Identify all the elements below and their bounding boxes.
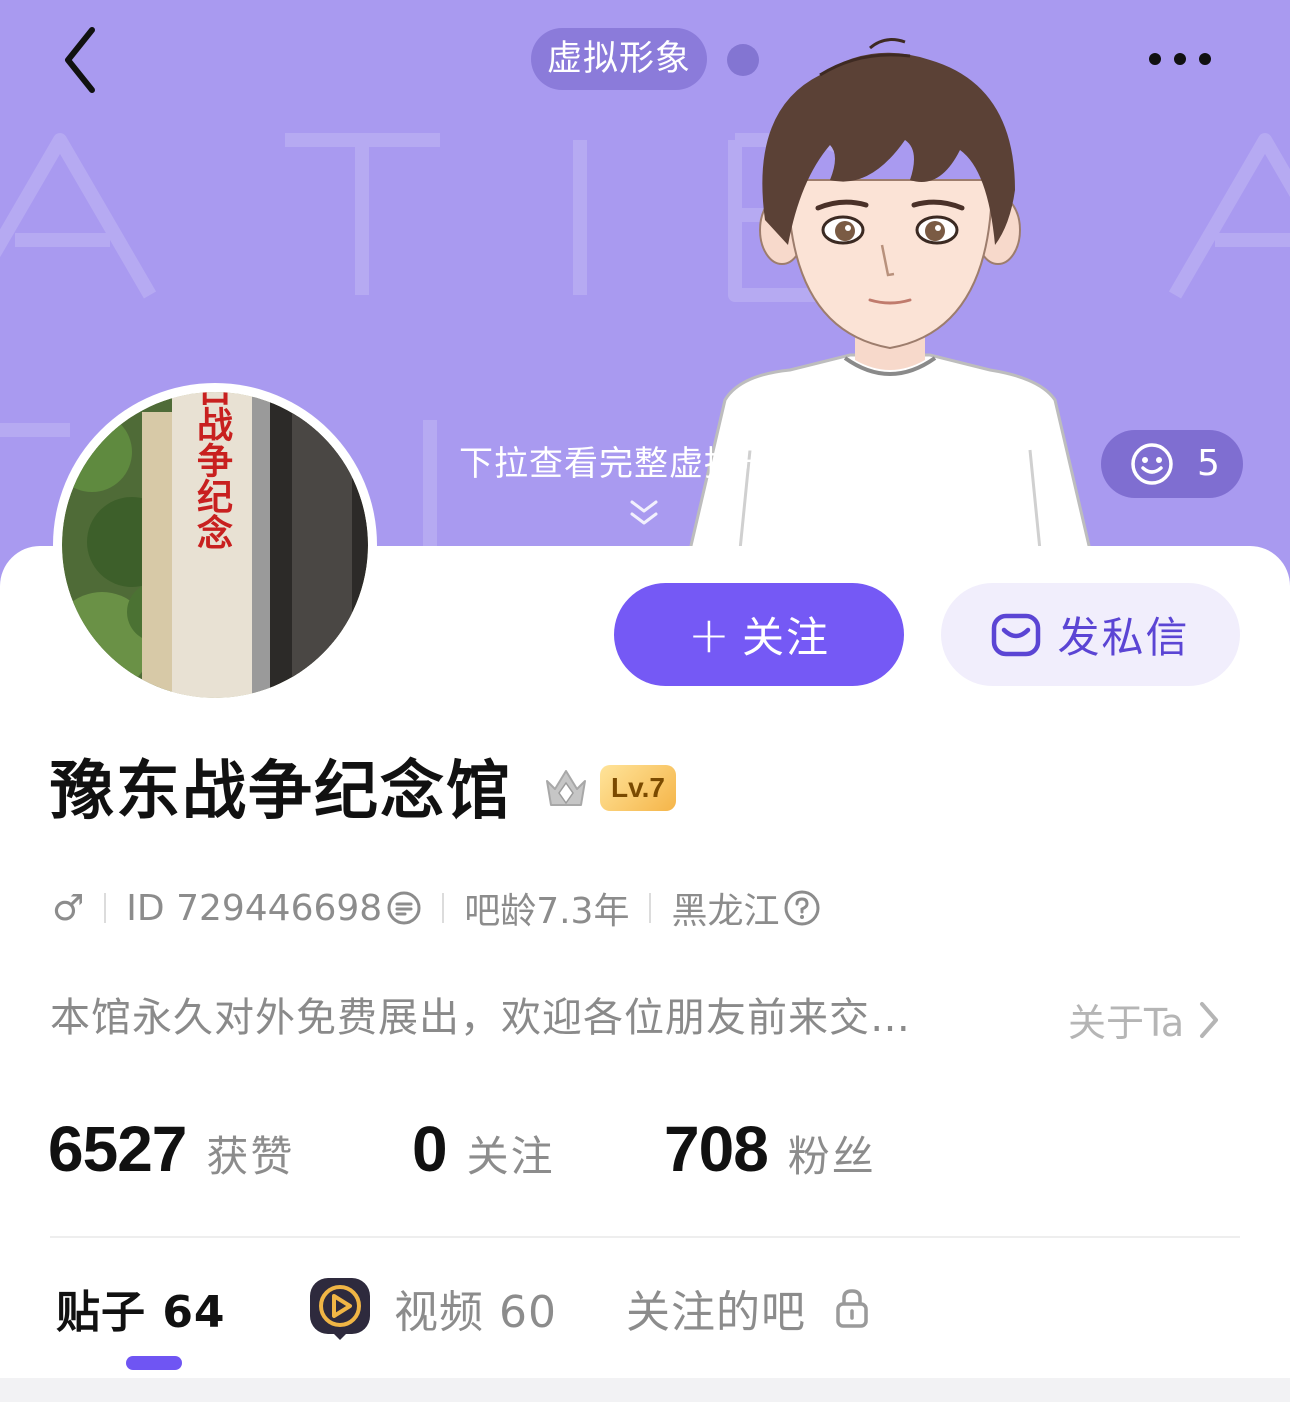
pull-down-hint: 下拉查看完整虚拟形象: [459, 444, 809, 484]
more-button[interactable]: [1140, 36, 1220, 82]
crown-icon[interactable]: [541, 765, 591, 811]
stat-following[interactable]: 0 关注: [412, 1112, 555, 1186]
back-button[interactable]: [50, 20, 120, 100]
profile-meta-row: ♂ ID 729446698 吧龄7.3年 黑龙江: [52, 884, 821, 932]
meta-separator: [649, 893, 652, 923]
copy-icon[interactable]: [386, 890, 422, 926]
section-divider: [50, 1236, 1240, 1238]
double-chevron-down-icon: [630, 500, 658, 525]
back-arrow-icon: [65, 27, 95, 93]
plus-icon: +: [688, 605, 730, 664]
profile-avatar[interactable]: 抗日战争纪念: [53, 383, 377, 707]
about-link-label: 关于Ta: [1068, 1001, 1185, 1045]
about-link[interactable]: 关于Ta: [1068, 992, 1220, 1047]
gender-icon: ♂: [52, 887, 85, 929]
mail-icon: [992, 613, 1041, 656]
tab-posts-label: 贴子 64: [56, 1287, 226, 1338]
stat-label: 获赞: [206, 1132, 295, 1181]
content-area-top: [0, 1378, 1290, 1402]
meta-separator: [442, 893, 445, 923]
active-tab-indicator: [126, 1356, 182, 1370]
tab-followed-bars-label: 关注的吧: [626, 1287, 806, 1338]
bio-text: 本馆永久对外免费展出，欢迎各位朋友前来交…: [50, 995, 911, 1041]
video-play-icon: [310, 1278, 370, 1340]
virtual-avatar-chip[interactable]: 虚拟形象: [531, 28, 708, 90]
meta-separator: [104, 893, 107, 923]
username: 豫东战争纪念馆: [50, 755, 512, 829]
chevron-right-icon: [1200, 1001, 1219, 1038]
stat-value: 708: [664, 1113, 769, 1185]
more-icon: [1149, 53, 1211, 65]
stat-fans[interactable]: 708 粉丝: [664, 1112, 876, 1186]
send-message-button[interactable]: 发私信: [941, 583, 1240, 686]
tieba-age: 吧龄7.3年: [464, 891, 630, 932]
location: 黑龙江: [671, 891, 780, 932]
stat-value: 6527: [48, 1113, 187, 1185]
tab-videos[interactable]: 视频 60: [308, 1276, 557, 1340]
like-count: 5: [1197, 443, 1220, 484]
smile-icon: [1131, 443, 1173, 485]
avatar-image: 抗日战争纪念: [62, 392, 368, 698]
avatar-like-button[interactable]: 5: [1101, 430, 1243, 498]
send-message-label: 发私信: [1057, 613, 1190, 662]
stat-label: 粉丝: [787, 1132, 876, 1181]
avatar-sign-text: 抗日战争纪念: [191, 392, 233, 550]
follow-button[interactable]: + 关注: [614, 583, 904, 686]
lock-icon: [836, 1289, 868, 1328]
help-icon[interactable]: [783, 889, 821, 927]
stat-value: 0: [412, 1113, 448, 1185]
tab-videos-label: 视频 60: [394, 1287, 557, 1338]
follow-button-label: 关注: [741, 613, 830, 662]
level-badge[interactable]: Lv.7: [600, 765, 676, 811]
tab-followed-bars[interactable]: 关注的吧: [626, 1276, 872, 1340]
stat-label: 关注: [466, 1132, 555, 1181]
tab-posts[interactable]: 贴子 64: [56, 1276, 226, 1340]
user-id: ID 729446698: [126, 887, 383, 929]
stat-likes[interactable]: 6527 获赞: [48, 1112, 294, 1186]
avatar-chip-dot: [727, 44, 759, 76]
